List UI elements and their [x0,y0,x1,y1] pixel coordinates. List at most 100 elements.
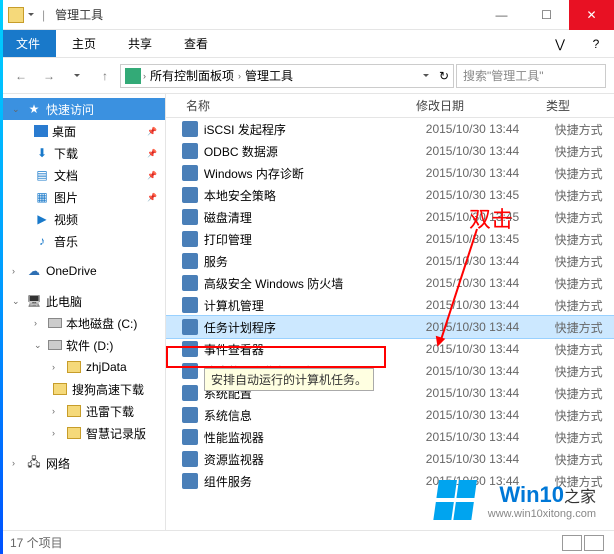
column-name[interactable]: 名称 [166,97,416,114]
file-name: 计算机管理 [204,297,426,314]
sidebar-onedrive[interactable]: ›☁OneDrive [0,260,165,282]
minimize-button[interactable]: — [479,0,524,30]
tab-home[interactable]: 主页 [56,30,112,57]
quick-access-toolbar-dropdown[interactable] [28,13,34,16]
file-name: 系统信息 [204,407,426,424]
maximize-button[interactable]: ☐ [524,0,569,30]
sidebar-localdisk[interactable]: ›本地磁盘 (C:) [0,312,165,334]
forward-button[interactable]: → [36,63,62,89]
file-date: 2015/10/30 13:44 [426,342,555,356]
sidebar-desktop[interactable]: 桌面📌 [0,120,165,142]
breadcrumb-seg2[interactable]: 管理工具 [243,67,295,84]
file-date: 2015/10/30 13:44 [426,320,555,334]
file-date: 2015/10/30 13:44 [426,276,555,290]
file-type: 快捷方式 [555,341,614,358]
shortcut-icon [182,209,198,225]
tab-view[interactable]: 查看 [168,30,224,57]
column-date[interactable]: 修改日期 [416,97,546,114]
file-type: 快捷方式 [555,209,614,226]
tree-label: 网络 [46,455,70,472]
shortcut-icon [182,451,198,467]
file-row[interactable]: 系统信息2015/10/30 13:44快捷方式 [166,404,614,426]
file-row[interactable]: 本地安全策略2015/10/30 13:45快捷方式 [166,184,614,206]
file-row[interactable]: Windows 内存诊断2015/10/30 13:44快捷方式 [166,162,614,184]
file-row[interactable]: 组件服务2015/10/30 13:44快捷方式 [166,470,614,492]
sidebar-downloads[interactable]: ⬇下载📌 [0,142,165,164]
disk-icon [48,340,62,350]
file-row[interactable]: 事件查看器2015/10/30 13:44快捷方式 [166,338,614,360]
file-date: 2015/10/30 13:44 [426,254,555,268]
refresh-button[interactable]: ↻ [439,69,449,83]
file-row[interactable]: 服务2015/10/30 13:44快捷方式 [166,250,614,272]
shortcut-icon [182,363,198,379]
file-row[interactable]: ODBC 数据源2015/10/30 13:44快捷方式 [166,140,614,162]
tree-label: 快速访问 [46,101,94,118]
titlebar: | 管理工具 — ☐ ✕ [0,0,614,30]
tree-label: 此电脑 [46,293,82,310]
navigation-pane[interactable]: ⌄★快速访问 桌面📌 ⬇下载📌 ▤文档📌 ▦图片📌 ▶视频 ♪音乐 ›☁OneD… [0,94,166,530]
close-button[interactable]: ✕ [569,0,614,30]
file-row[interactable]: 系统配置2015/10/30 13:44快捷方式 [166,382,614,404]
tree-label: 本地磁盘 (C:) [66,315,137,332]
file-row[interactable]: 资源监视器2015/10/30 13:44快捷方式 [166,448,614,470]
file-row[interactable]: iSCSI 发起程序2015/10/30 13:44快捷方式 [166,118,614,140]
shortcut-icon [182,319,198,335]
shortcut-icon [182,231,198,247]
document-icon: ▤ [34,167,50,183]
file-name: 资源监视器 [204,451,426,468]
file-row[interactable]: 碎片整理和优化驱动器2015/10/30 13:44快捷方式 [166,360,614,382]
file-row[interactable]: 高级安全 Windows 防火墙2015/10/30 13:44快捷方式 [166,272,614,294]
file-type: 快捷方式 [555,407,614,424]
tree-label: 搜狗高速下载 [72,381,144,398]
tab-share[interactable]: 共享 [112,30,168,57]
sidebar-software[interactable]: ⌄软件 (D:) [0,334,165,356]
sidebar-xunlei[interactable]: ›迅雷下载 [0,400,165,422]
help-button[interactable]: ? [578,37,614,51]
file-name: 性能监视器 [204,429,426,446]
address-dropdown-icon[interactable] [423,74,429,77]
shortcut-icon [182,407,198,423]
sidebar-pictures[interactable]: ▦图片📌 [0,186,165,208]
history-dropdown[interactable] [64,63,90,89]
sidebar-thispc[interactable]: ⌄🖥此电脑 [0,290,165,312]
details-view-button[interactable] [562,535,582,551]
sidebar-documents[interactable]: ▤文档📌 [0,164,165,186]
icons-view-button[interactable] [584,535,604,551]
up-button[interactable]: ↑ [92,63,118,89]
file-row[interactable]: 磁盘清理2015/10/30 13:45快捷方式 [166,206,614,228]
sidebar-network[interactable]: ›🖧网络 [0,452,165,474]
file-date: 2015/10/30 13:44 [426,122,555,136]
breadcrumb-seg1[interactable]: 所有控制面板项 [148,67,236,84]
music-icon: ♪ [34,233,50,249]
sidebar-sogou[interactable]: 搜狗高速下载 [0,378,165,400]
sidebar-music[interactable]: ♪音乐 [0,230,165,252]
shortcut-icon [182,429,198,445]
tree-label: 桌面 [52,123,76,140]
file-list-pane[interactable]: 名称 修改日期 类型 iSCSI 发起程序2015/10/30 13:44快捷方… [166,94,614,530]
folder-icon [67,361,81,373]
sidebar-zhihui[interactable]: ›智慧记录版 [0,422,165,444]
tree-label: 智慧记录版 [86,425,146,442]
file-date: 2015/10/30 13:45 [426,232,555,246]
tab-file[interactable]: 文件 [0,30,56,57]
file-type: 快捷方式 [555,429,614,446]
file-row[interactable]: 打印管理2015/10/30 13:45快捷方式 [166,228,614,250]
address-bar[interactable]: › 所有控制面板项 › 管理工具 ↻ [120,64,454,88]
ribbon-collapse-button[interactable]: ⋁ [542,37,578,51]
back-button[interactable]: ← [8,63,34,89]
file-row[interactable]: 性能监视器2015/10/30 13:44快捷方式 [166,426,614,448]
file-row[interactable]: 任务计划程序2015/10/30 13:44快捷方式 [166,316,614,338]
sidebar-quick-access[interactable]: ⌄★快速访问 [0,98,165,120]
left-edge-decoration [0,0,3,554]
sidebar-videos[interactable]: ▶视频 [0,208,165,230]
sidebar-zhjdata[interactable]: ›zhjData [0,356,165,378]
tree-label: 下载 [54,145,78,162]
column-type[interactable]: 类型 [546,97,606,114]
file-date: 2015/10/30 13:44 [426,430,555,444]
tree-label: 图片 [54,189,78,206]
shortcut-icon [182,297,198,313]
picture-icon: ▦ [34,189,50,205]
file-row[interactable]: 计算机管理2015/10/30 13:44快捷方式 [166,294,614,316]
search-input[interactable]: 搜索"管理工具" [456,64,606,88]
folder-icon [53,383,67,395]
